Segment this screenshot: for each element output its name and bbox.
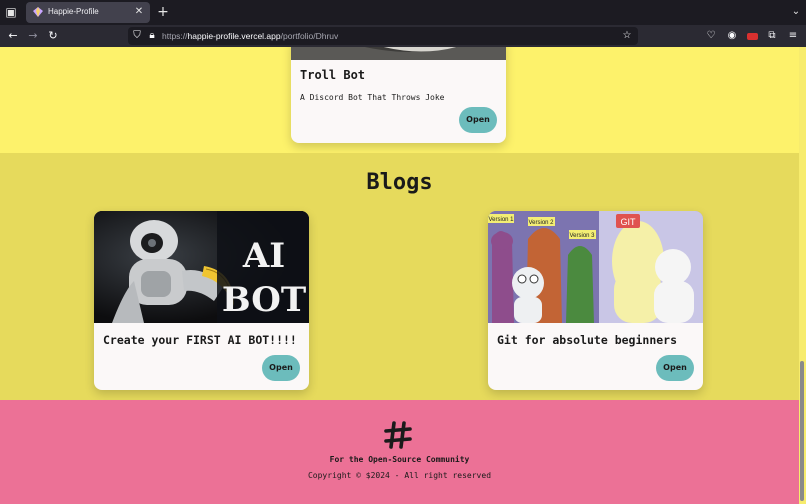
tab-happie-profile[interactable]: Happie-Profile ✕ (26, 2, 150, 23)
scrollbar[interactable] (799, 47, 806, 504)
new-tab-button[interactable]: + (156, 5, 170, 19)
url-bar[interactable]: ⛉ 🔒︎ https://happie-profile.vercel.app/p… (128, 27, 638, 45)
page-viewport: Troll Bot A Discord Bot That Throws Joke… (0, 47, 799, 504)
label-version-2: Version 2 (528, 220, 554, 226)
reload-icon[interactable]: ↻ (46, 29, 60, 43)
label-version-1: Version 1 (488, 217, 514, 223)
project-card: Troll Bot A Discord Bot That Throws Joke… (291, 47, 506, 143)
nav-bar: ← → ↻ ⛉ 🔒︎ https://happie-profile.vercel… (0, 25, 806, 47)
footer-tagline: For the Open-Source Community (329, 455, 470, 464)
blog-card: Version 1 Version 2 Version 3 GIT Git fo… (488, 211, 703, 390)
project-image (291, 47, 506, 60)
scrollbar-thumb[interactable] (800, 361, 804, 501)
card-title: Git for absolute beginners (497, 333, 678, 347)
account-icon[interactable]: ◉ (725, 29, 739, 43)
bookmark-star-icon[interactable]: ☆ (620, 29, 634, 43)
open-button[interactable]: Open (262, 355, 300, 381)
close-tab-icon[interactable]: ✕ (133, 5, 145, 19)
tab-bar: ▣ Happie-Profile ✕ + ⌄ (0, 0, 806, 25)
extension-icon[interactable] (747, 33, 758, 40)
footer: For the Open-Source Community Copyright … (0, 400, 799, 504)
shield-icon[interactable]: ⛉ (130, 29, 144, 43)
label-git: GIT (621, 217, 637, 227)
blog-image-ai-bot: AI BOT (94, 211, 309, 323)
blog-card: AI BOT Create your FIRST AI BOT!!!! Open (94, 211, 309, 390)
chevron-down-icon[interactable]: ⌄ (789, 5, 803, 19)
menu-icon[interactable]: ≡ (786, 29, 800, 43)
blog-image-git: Version 1 Version 2 Version 3 GIT (488, 211, 703, 323)
hashtag-logo-icon (384, 421, 412, 449)
lock-icon[interactable]: 🔒︎ (145, 29, 159, 43)
tab-list-icon[interactable]: ▣ (4, 5, 18, 19)
card-description: A Discord Bot That Throws Joke (300, 93, 445, 102)
projects-section: Troll Bot A Discord Bot That Throws Joke… (0, 47, 799, 153)
image-text-ai: AI (242, 236, 285, 276)
open-button[interactable]: Open (459, 107, 497, 133)
blogs-section: Blogs AI BOT Create your FIRST AI BOT!!!… (0, 153, 799, 400)
image-text-bot: BOT (222, 280, 306, 320)
url-text[interactable]: https://happie-profile.vercel.app/portfo… (162, 30, 338, 42)
pocket-icon[interactable]: ♡ (704, 29, 718, 43)
puzzle-icon[interactable]: ⧉ (765, 29, 779, 43)
footer-copyright: Copyright © $2024 - All right reserved (307, 471, 492, 480)
tab-title: Happie-Profile (48, 7, 99, 16)
favicon-icon (33, 7, 43, 17)
section-heading: Blogs (366, 170, 433, 195)
card-title: Troll Bot (300, 68, 366, 82)
card-title: Create your FIRST AI BOT!!!! (103, 333, 297, 347)
back-icon[interactable]: ← (6, 29, 20, 43)
open-button[interactable]: Open (656, 355, 694, 381)
label-version-3: Version 3 (569, 233, 595, 239)
forward-icon[interactable]: → (26, 29, 40, 43)
